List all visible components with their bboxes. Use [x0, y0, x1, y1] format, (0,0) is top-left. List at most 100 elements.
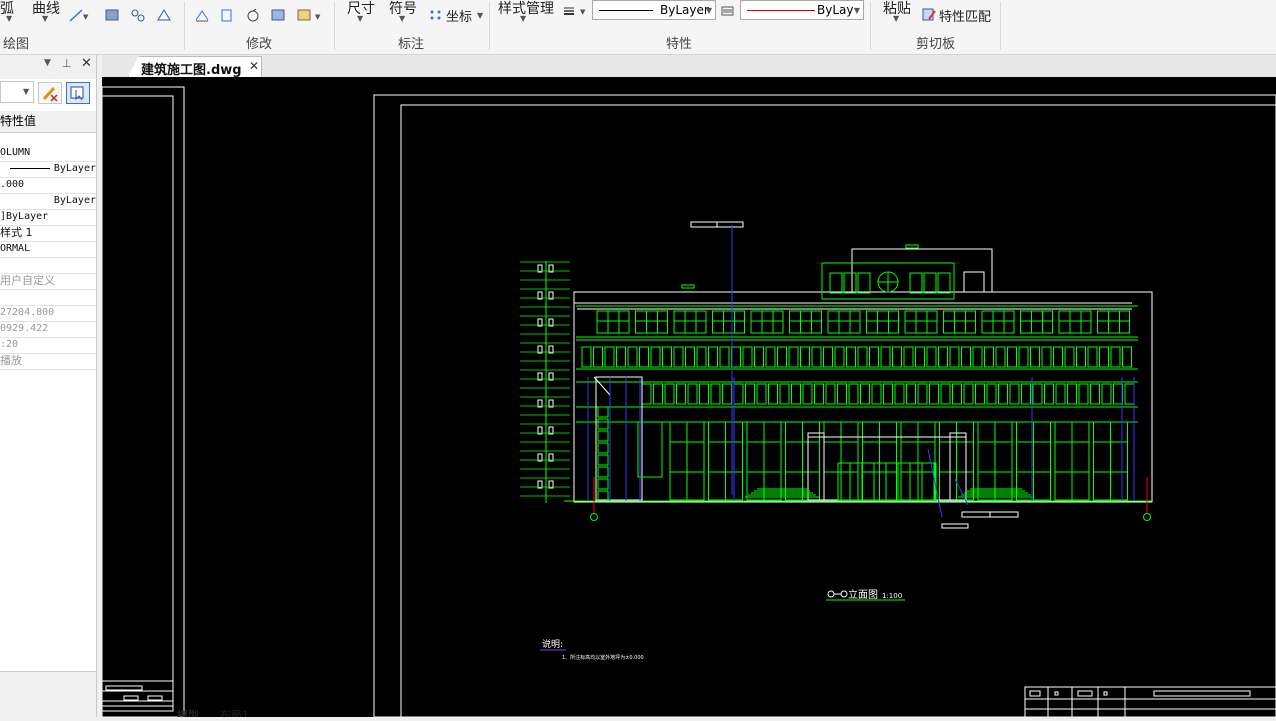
- chevron-down-icon[interactable]: ▼: [854, 6, 860, 15]
- window-pane: [639, 346, 649, 368]
- window: [712, 310, 745, 334]
- pin-icon[interactable]: ⊥: [62, 57, 72, 70]
- window-pane: [653, 383, 663, 405]
- property-value-lineweight[interactable]: ByLayer: [0, 193, 96, 210]
- sheet-border: [373, 94, 1276, 718]
- cad-drawing[interactable]: 立面图 1:100 说明: 1、所注标高均以室外地坪为±0.000: [101, 77, 1276, 718]
- window-pane: [1110, 346, 1121, 368]
- window: [904, 310, 938, 334]
- lineweight-icon[interactable]: ▼: [562, 4, 590, 18]
- drawing-canvas[interactable]: 立面图 1:100 说明: 1、所注标高均以室外地坪为±0.000: [101, 77, 1276, 718]
- window-pane: [975, 383, 985, 405]
- properties-group-label: 特性: [666, 37, 693, 52]
- window-pane: [627, 346, 638, 368]
- separator: [1000, 2, 1001, 50]
- property-value-empty: [0, 289, 96, 306]
- window-pane: [949, 346, 960, 368]
- property-value-y: 0929.422: [0, 321, 96, 338]
- drawing-line: [597, 478, 609, 490]
- property-value-linetype[interactable]: ByLayer: [0, 161, 96, 178]
- window-pane: [664, 383, 675, 405]
- panel-titlebar: ▼ ⊥ ✕: [0, 55, 96, 79]
- drawing-line: [949, 432, 967, 501]
- window-pane: [800, 346, 810, 368]
- tab-model[interactable]: 模型: [177, 709, 199, 717]
- window-pane: [733, 383, 744, 405]
- close-icon[interactable]: ✕: [249, 59, 259, 73]
- lineweight-select[interactable]: ByLay ▼: [740, 0, 864, 20]
- window-pane: [777, 346, 787, 368]
- property-value-x: 27204.800: [0, 305, 96, 322]
- window-pane: [676, 383, 686, 405]
- window-pane: [1064, 346, 1075, 368]
- property-value-scale[interactable]: .000: [0, 177, 96, 194]
- drawing-line: [941, 523, 969, 529]
- property-value-color[interactable]: ]ByLayer: [0, 209, 96, 226]
- chevron-down-icon[interactable]: ▼: [477, 11, 483, 20]
- window-pane: [754, 346, 764, 368]
- window: [943, 310, 976, 334]
- window-pane: [984, 346, 994, 368]
- window-pane: [802, 383, 813, 405]
- window: [981, 310, 1015, 334]
- property-value-layer[interactable]: OLUMN: [0, 145, 96, 162]
- property-value-mode[interactable]: ORMAL: [0, 241, 96, 258]
- drawing-line: [937, 272, 951, 294]
- chevron-down-icon[interactable]: ▼: [357, 14, 363, 23]
- quick-select-button[interactable]: [38, 82, 62, 104]
- rectangle-tool-icon[interactable]: [104, 8, 120, 22]
- line-tool-icon[interactable]: ▼: [68, 8, 90, 22]
- window-pane: [972, 346, 983, 368]
- boundary-tool-icon[interactable]: [156, 8, 172, 22]
- property-value-style[interactable]: 样式 1: [0, 225, 96, 242]
- drawing-line: [857, 272, 871, 294]
- window-pane: [837, 383, 847, 405]
- window-pane: [641, 383, 652, 405]
- window-pane: [1122, 346, 1132, 368]
- window-pane: [708, 346, 718, 368]
- property-value-ratio: :20: [0, 337, 96, 354]
- lineweight-list-icon: [721, 6, 734, 16]
- select-objects-button[interactable]: [66, 82, 90, 104]
- separator: [870, 2, 871, 50]
- chevron-down-icon[interactable]: ▼: [6, 14, 12, 23]
- region-tool-icon[interactable]: [130, 8, 146, 22]
- window-pane: [825, 383, 836, 405]
- coordinate-icon[interactable]: [428, 8, 444, 22]
- mirror-icon[interactable]: [219, 8, 235, 22]
- notes-title: 说明:: [542, 638, 563, 650]
- window-pane: [998, 383, 1008, 405]
- chevron-down-icon[interactable]: ▼: [520, 14, 526, 23]
- property-value-custom: 用户自定义: [0, 273, 96, 290]
- panel-column-header: 特性值: [0, 111, 96, 133]
- edit-icon[interactable]: ▼: [296, 8, 324, 22]
- chevron-down-icon[interactable]: ▼: [23, 87, 29, 96]
- window-pane: [940, 383, 951, 405]
- chevron-down-icon[interactable]: ▼: [706, 6, 712, 15]
- document-tab[interactable]: 建筑施工图.dwg ✕: [128, 56, 262, 77]
- chevron-down-icon[interactable]: ▼: [893, 14, 899, 23]
- window-pane: [765, 346, 776, 368]
- drawing-line: [597, 418, 609, 430]
- window-pane: [581, 346, 592, 368]
- chevron-down-icon[interactable]: ▼: [44, 58, 51, 68]
- chevron-down-icon[interactable]: ▼: [42, 14, 48, 23]
- drawing-line: [597, 406, 609, 418]
- title-block: [1024, 686, 1276, 718]
- chevron-down-icon[interactable]: ▼: [399, 14, 405, 23]
- coordinate-button[interactable]: 坐标: [446, 6, 472, 25]
- object-select[interactable]: ▼: [0, 81, 34, 103]
- property-value-empty: [0, 257, 96, 274]
- match-properties-button[interactable]: 特性匹配: [939, 6, 991, 25]
- tab-layout1[interactable]: 布局1: [220, 709, 249, 717]
- linetype-select[interactable]: ByLayer ▼: [592, 0, 716, 20]
- offset-icon[interactable]: [194, 8, 210, 22]
- close-icon[interactable]: ✕: [81, 56, 92, 71]
- scale-icon[interactable]: [270, 8, 286, 22]
- match-properties-icon[interactable]: [921, 7, 937, 21]
- document-tab-bar: 建筑施工图.dwg ✕: [102, 55, 1276, 78]
- rotate-icon[interactable]: [245, 8, 261, 22]
- window-pane: [961, 346, 971, 368]
- window-pane: [857, 346, 868, 368]
- window-pane: [906, 383, 916, 405]
